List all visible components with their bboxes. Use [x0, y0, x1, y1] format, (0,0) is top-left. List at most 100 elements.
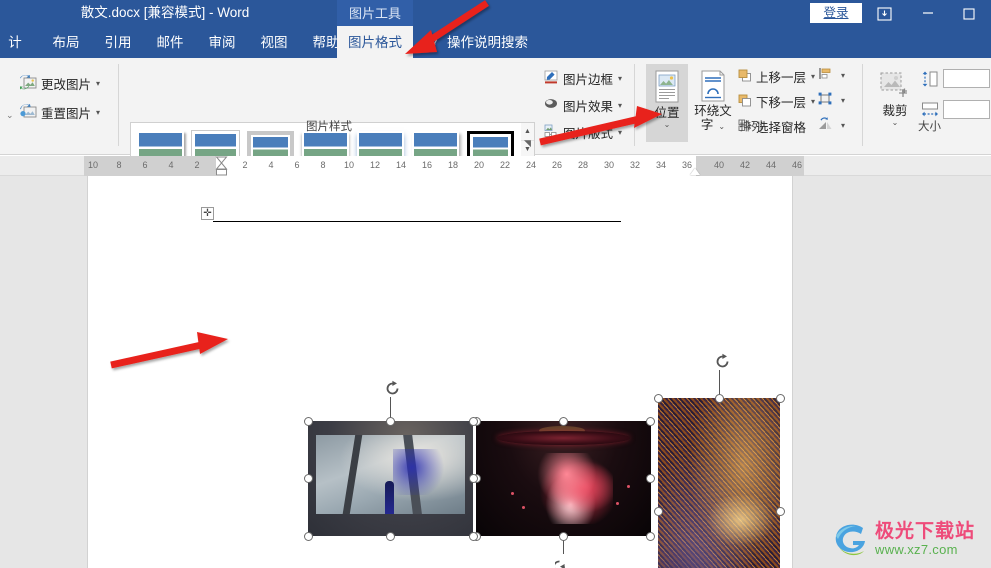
- chevron-down-icon[interactable]: ▾: [811, 97, 815, 106]
- picture-3-shadow: [658, 538, 729, 568]
- adjust-group-overflow-chevron[interactable]: ⌄: [6, 110, 14, 121]
- send-backward-button[interactable]: 下移一层 ▾: [738, 92, 815, 111]
- ruler-tick: 32: [629, 160, 641, 170]
- chevron-down-icon[interactable]: ▾: [618, 101, 622, 110]
- picture-3-autumn-tree[interactable]: [658, 398, 780, 568]
- ribbon-tab-strip: 计 布局 引用 邮件 审阅 视图 帮助 图片格式 操作说明搜索: [0, 26, 991, 58]
- resize-handle-bl[interactable]: [304, 532, 313, 541]
- tab-layout[interactable]: 布局: [40, 26, 92, 58]
- resize-handle-tr[interactable]: [469, 417, 478, 426]
- resize-handle-tc[interactable]: [715, 394, 724, 403]
- word-window: 散文.docx [兼容模式] - Word 图片工具 登录 计 布局 引用 邮件…: [0, 0, 991, 568]
- resize-handle-ml[interactable]: [654, 507, 663, 516]
- picture-effects-button[interactable]: 图片效果 ▾: [544, 96, 622, 115]
- picture-2-bloom: [535, 453, 613, 525]
- picture-1-tree-left: [341, 435, 364, 514]
- chevron-down-icon[interactable]: ▾: [96, 108, 100, 117]
- ruler-tick: 46: [791, 160, 803, 170]
- resize-handle-tr[interactable]: [776, 394, 785, 403]
- wrap-text-label-line1: 环绕文: [694, 104, 732, 118]
- maximize-icon[interactable]: [947, 0, 991, 26]
- resize-handle-tc[interactable]: [386, 417, 395, 426]
- shape-width-input[interactable]: [943, 100, 990, 119]
- reset-picture-icon: [20, 103, 37, 122]
- size-group-label: 大小: [918, 121, 941, 133]
- document-page[interactable]: ✛: [88, 176, 792, 568]
- group-objects-button[interactable]: ▾: [818, 92, 845, 108]
- align-objects-button[interactable]: ▾: [818, 67, 845, 83]
- resize-handle-bc[interactable]: [559, 532, 568, 541]
- resize-handle-tl[interactable]: [304, 417, 313, 426]
- ruler-tick: 34: [655, 160, 667, 170]
- picture-effects-label: 图片效果: [563, 100, 614, 114]
- rotate-handle-picture-1[interactable]: [384, 380, 400, 396]
- reset-picture-label: 重置图片: [41, 107, 92, 121]
- resize-handle-mr[interactable]: [776, 507, 785, 516]
- ribbon-display-options-icon[interactable]: [862, 0, 906, 26]
- chevron-down-icon[interactable]: ▾: [841, 71, 845, 80]
- change-picture-button[interactable]: 更改图片 ▾: [19, 74, 100, 93]
- picture-2-red-flower[interactable]: [476, 421, 651, 536]
- ruler-tick: 2: [242, 160, 248, 170]
- lightbulb-icon: [424, 34, 440, 51]
- resize-handle-br[interactable]: [469, 532, 478, 541]
- ruler-tick: 6: [294, 160, 300, 170]
- tab-references[interactable]: 引用: [92, 26, 144, 58]
- chevron-down-icon[interactable]: ▾: [618, 74, 622, 83]
- ruler-tick: 42: [739, 160, 751, 170]
- tell-me-search[interactable]: 操作说明搜索: [447, 26, 528, 58]
- ruler-tick: 24: [525, 160, 537, 170]
- minimize-icon[interactable]: [906, 0, 950, 26]
- contextual-tab-group-label: 图片工具: [337, 0, 413, 26]
- picture-layout-label: 图片版式: [563, 127, 614, 141]
- horizontal-ruler[interactable]: 10 8 6 4 2 2 4 6 8 10 12 14 16 18 20 22 …: [0, 156, 991, 176]
- resize-handle-tr[interactable]: [646, 417, 655, 426]
- resize-handle-tc[interactable]: [559, 417, 568, 426]
- resize-handle-br[interactable]: [646, 532, 655, 541]
- document-title: 散文.docx [兼容模式] - Word: [80, 5, 250, 20]
- sign-in-button[interactable]: 登录: [810, 3, 862, 23]
- chevron-down-icon[interactable]: ▾: [811, 72, 815, 81]
- resize-handle-ml[interactable]: [304, 474, 313, 483]
- bring-forward-icon: [738, 69, 752, 85]
- left-indent-marker[interactable]: [215, 156, 228, 176]
- send-backward-label: 下移一层: [756, 96, 807, 110]
- right-indent-marker[interactable]: [690, 168, 700, 175]
- resize-handle-tl[interactable]: [654, 394, 663, 403]
- resize-handle-mr[interactable]: [469, 474, 478, 483]
- table-move-handle[interactable]: ✛: [201, 207, 214, 220]
- tab-design[interactable]: 计: [0, 26, 38, 58]
- ruler-tick: 10: [87, 160, 99, 170]
- picture-styles-dialog-launcher[interactable]: ◥: [524, 138, 531, 149]
- resize-handle-bc[interactable]: [386, 532, 395, 541]
- site-watermark: 极光下载站 www.xz7.com: [831, 516, 985, 562]
- tab-view[interactable]: 视图: [248, 26, 300, 58]
- picture-1-forest-figure[interactable]: [308, 421, 473, 536]
- resize-handle-mr[interactable]: [646, 474, 655, 483]
- picture-1-blue-foliage: [393, 449, 457, 496]
- picture-layout-button[interactable]: 图片版式 ▾: [544, 123, 622, 142]
- rotate-handle-picture-3[interactable]: [714, 353, 730, 369]
- group-separator: [634, 64, 635, 146]
- ruler-tick: 26: [551, 160, 563, 170]
- crop-label: 裁剪: [882, 104, 908, 118]
- bring-forward-button[interactable]: 上移一层 ▾: [738, 67, 815, 86]
- shape-height-input[interactable]: [943, 69, 990, 88]
- document-canvas[interactable]: ✛ 极光下载站 www.xz7.com: [0, 176, 991, 568]
- tab-picture-format[interactable]: 图片格式: [337, 26, 413, 58]
- chevron-down-icon[interactable]: ▾: [618, 128, 622, 137]
- send-backward-icon: [738, 94, 752, 110]
- ruler-tick: 22: [499, 160, 511, 170]
- tab-review[interactable]: 审阅: [196, 26, 248, 58]
- reset-picture-button[interactable]: 重置图片 ▾: [20, 103, 100, 122]
- ruler-tick: 8: [116, 160, 122, 170]
- picture-1-figure: [384, 480, 394, 514]
- picture-border-icon: [544, 70, 559, 87]
- rotate-handle-picture-2[interactable]: [553, 552, 571, 568]
- chevron-down-icon[interactable]: ▾: [841, 96, 845, 105]
- picture-border-button[interactable]: 图片边框 ▾: [544, 69, 622, 88]
- tab-mailings[interactable]: 邮件: [144, 26, 196, 58]
- watermark-site-name: 极光下载站: [875, 521, 976, 542]
- chevron-down-icon[interactable]: ▾: [96, 79, 100, 88]
- arrange-group-label: 排列: [739, 121, 763, 133]
